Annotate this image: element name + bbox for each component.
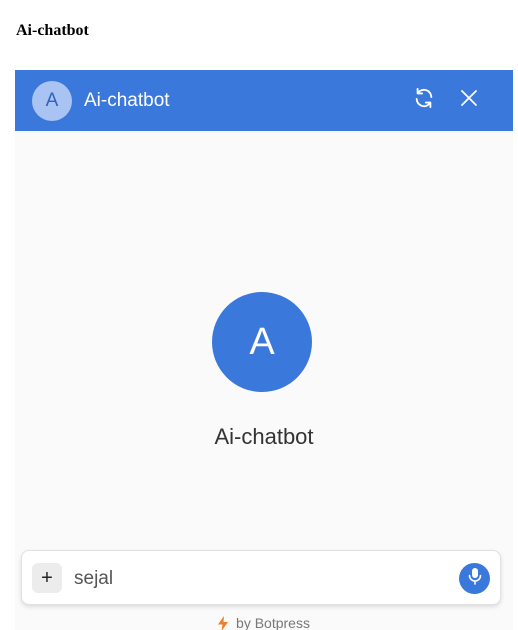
bot-avatar: A (212, 292, 312, 392)
message-input[interactable] (72, 563, 456, 595)
message-composer: + (21, 550, 501, 605)
chat-header: A Ai-chatbot (15, 70, 513, 131)
chat-widget: A Ai-chatbot A Ai-chatbot + sejal by Bot… (15, 70, 513, 630)
close-icon (460, 89, 478, 112)
bolt-icon (218, 615, 229, 630)
close-button[interactable] (453, 84, 485, 116)
chat-body: A Ai-chatbot + by Botpre (15, 131, 513, 630)
add-attachment-button[interactable]: + (32, 563, 62, 593)
microphone-icon (467, 567, 483, 590)
header-avatar: A (32, 80, 72, 121)
bot-name: Ai-chatbot (214, 424, 314, 449)
footer-text: by Botpress (236, 615, 310, 630)
refresh-icon (413, 87, 435, 114)
header-title: Ai-chatbot (84, 89, 170, 111)
page-heading: Ai-chatbot (16, 22, 89, 39)
refresh-button[interactable] (408, 84, 440, 116)
powered-by-footer[interactable]: by Botpress (15, 615, 513, 630)
microphone-button[interactable] (459, 563, 490, 594)
